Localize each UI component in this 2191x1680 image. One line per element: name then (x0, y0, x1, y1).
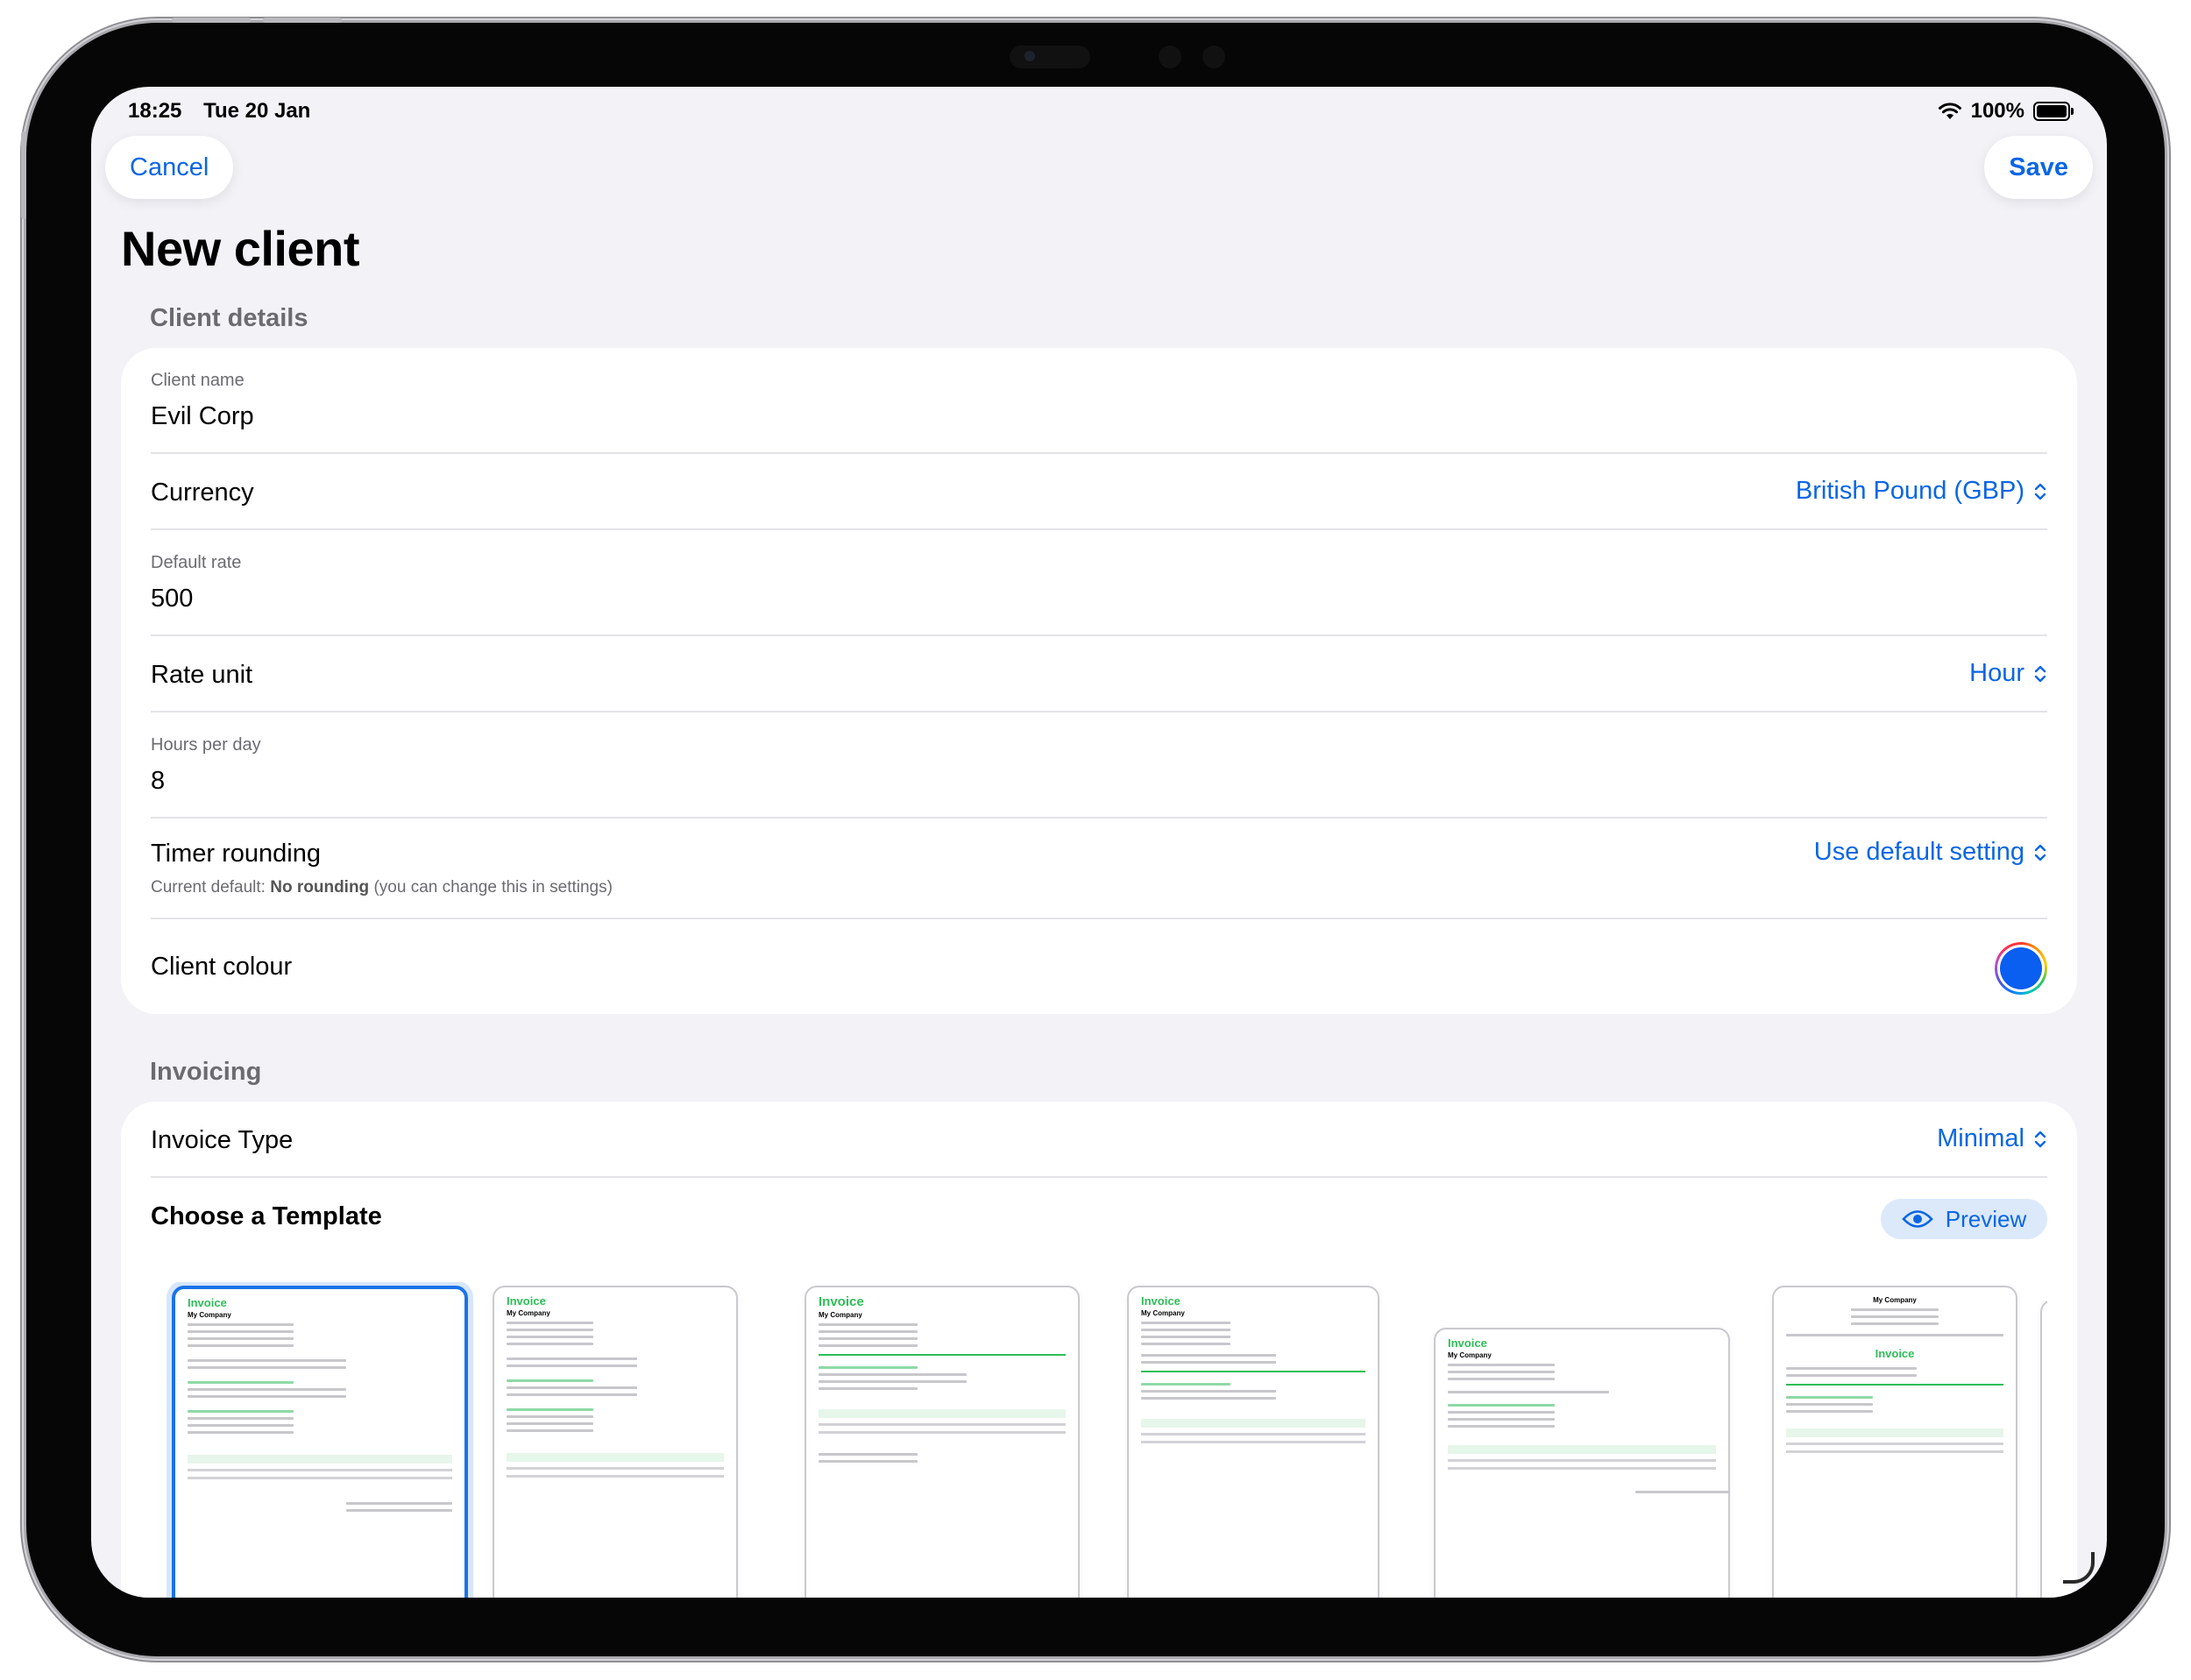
timer-rounding-label: Timer rounding (151, 840, 321, 868)
rate-unit-picker[interactable]: Hour (1969, 659, 2047, 688)
client-name-input[interactable]: Evil Corp (151, 402, 254, 431)
camera-lens (1025, 51, 1035, 61)
wifi-icon (1938, 103, 1961, 119)
template-company-name: My Company (188, 1311, 231, 1319)
rate-unit-row[interactable]: Rate unit Hour (151, 636, 2047, 712)
chevron-up-down-icon (2034, 844, 2046, 861)
template-company-name: My Company (819, 1311, 862, 1319)
timer-rounding-note-suffix: (you can change this in settings) (369, 878, 613, 897)
volume-button-2 (263, 18, 342, 23)
side-button (21, 131, 26, 219)
resize-corner-indicator (2063, 1552, 2095, 1584)
front-camera (1010, 46, 1090, 68)
timer-rounding-row[interactable]: Timer rounding Current default: No round… (151, 819, 2047, 919)
default-rate-input[interactable]: 500 (151, 585, 193, 613)
invoice-type-label: Invoice Type (151, 1126, 294, 1154)
timer-rounding-value: Use default setting (1813, 838, 2024, 866)
client-colour-label: Client colour (151, 953, 293, 981)
preview-button[interactable]: Preview (1881, 1199, 2047, 1239)
battery-percent: 100% (1970, 99, 2024, 123)
status-time: 18:25 (128, 99, 182, 123)
status-bar: 18:25 Tue 20 Jan 100% (128, 99, 2074, 134)
template-invoice-heading: Invoice (1448, 1336, 1487, 1350)
template-invoice-heading: Invoice (507, 1294, 546, 1308)
template-carousel[interactable]: Invoice My Company Invoice My Company In… (151, 1282, 2047, 1598)
default-rate-label: Default rate (151, 553, 242, 572)
template-thumb-5[interactable]: Invoice My Company (1434, 1328, 1730, 1598)
status-date: Tue 20 Jan (203, 99, 311, 123)
timer-rounding-note-prefix: Current default: (151, 878, 271, 897)
page-title: New client (121, 221, 359, 276)
volume-button-1 (172, 18, 251, 23)
chevron-up-down-icon (2034, 1131, 2046, 1147)
template-company-name: My Company (1141, 1309, 1185, 1317)
template-thumb-7-partial[interactable] (2040, 1300, 2047, 1598)
hours-per-day-label: Hours per day (151, 735, 261, 755)
template-thumb-4[interactable]: Invoice My Company (1127, 1286, 1379, 1598)
template-thumb-1[interactable]: Invoice My Company (172, 1286, 468, 1598)
invoice-type-value: Minimal (1937, 1124, 2024, 1152)
hours-per-day-field[interactable]: Hours per day 8 (151, 712, 2047, 819)
rate-unit-label: Rate unit (151, 661, 253, 689)
timer-rounding-note-default: No rounding (270, 878, 370, 897)
client-details-card: Client name Evil Corp Currency British P… (121, 348, 2077, 1014)
rate-unit-value: Hour (1969, 659, 2024, 687)
template-company-name: My Company (507, 1309, 550, 1317)
chevron-up-down-icon (2034, 665, 2046, 682)
template-invoice-heading: Invoice (188, 1296, 227, 1309)
template-invoice-heading: Invoice (1141, 1294, 1181, 1308)
timer-rounding-picker[interactable]: Use default setting (1814, 838, 2047, 867)
template-header-row: Choose a Template Preview (151, 1178, 2047, 1265)
screen: 18:25 Tue 20 Jan 100% Cancel Save New cl… (91, 87, 2107, 1598)
invoice-type-picker[interactable]: Minimal (1937, 1124, 2047, 1153)
preview-label: Preview (1945, 1205, 2027, 1232)
section-label-invoicing: Invoicing (150, 1058, 262, 1086)
template-thumb-2[interactable]: Invoice My Company (493, 1286, 738, 1598)
template-thumb-3[interactable]: Invoice My Company (805, 1286, 1080, 1598)
choose-template-title: Choose a Template (151, 1202, 382, 1230)
invoice-type-row[interactable]: Invoice Type Minimal (151, 1102, 2047, 1178)
battery-icon (2033, 102, 2074, 121)
hours-per-day-input[interactable]: 8 (151, 767, 165, 796)
default-rate-field[interactable]: Default rate 500 (151, 530, 2047, 636)
invoicing-card: Invoice Type Minimal Choose a Template P… (121, 1102, 2077, 1598)
sensor-left (1159, 46, 1181, 68)
currency-value: British Pound (GBP) (1795, 477, 2024, 505)
template-company-name: My Company (1448, 1351, 1492, 1359)
sensor-right (1202, 46, 1225, 68)
template-thumb-6[interactable]: My Company Invoice (1772, 1286, 2017, 1598)
timer-rounding-note: Current default: No rounding (you can ch… (151, 878, 613, 897)
currency-label: Currency (151, 478, 254, 507)
cancel-button[interactable]: Cancel (105, 136, 234, 199)
eye-icon (1901, 1210, 1933, 1228)
client-name-field[interactable]: Client name Evil Corp (151, 348, 2047, 454)
client-name-label: Client name (151, 371, 245, 390)
currency-row[interactable]: Currency British Pound (GBP) (151, 454, 2047, 530)
currency-picker[interactable]: British Pound (GBP) (1796, 477, 2047, 506)
template-company-name: My Company (1873, 1296, 1917, 1304)
save-button[interactable]: Save (1984, 136, 2093, 199)
client-colour-row[interactable]: Client colour (151, 919, 2047, 1014)
section-label-client-details: Client details (150, 304, 308, 332)
template-invoice-heading: Invoice (819, 1294, 864, 1309)
template-invoice-heading: Invoice (1875, 1347, 1915, 1360)
chevron-up-down-icon (2034, 483, 2046, 500)
colour-picker-well[interactable] (1995, 942, 2047, 995)
